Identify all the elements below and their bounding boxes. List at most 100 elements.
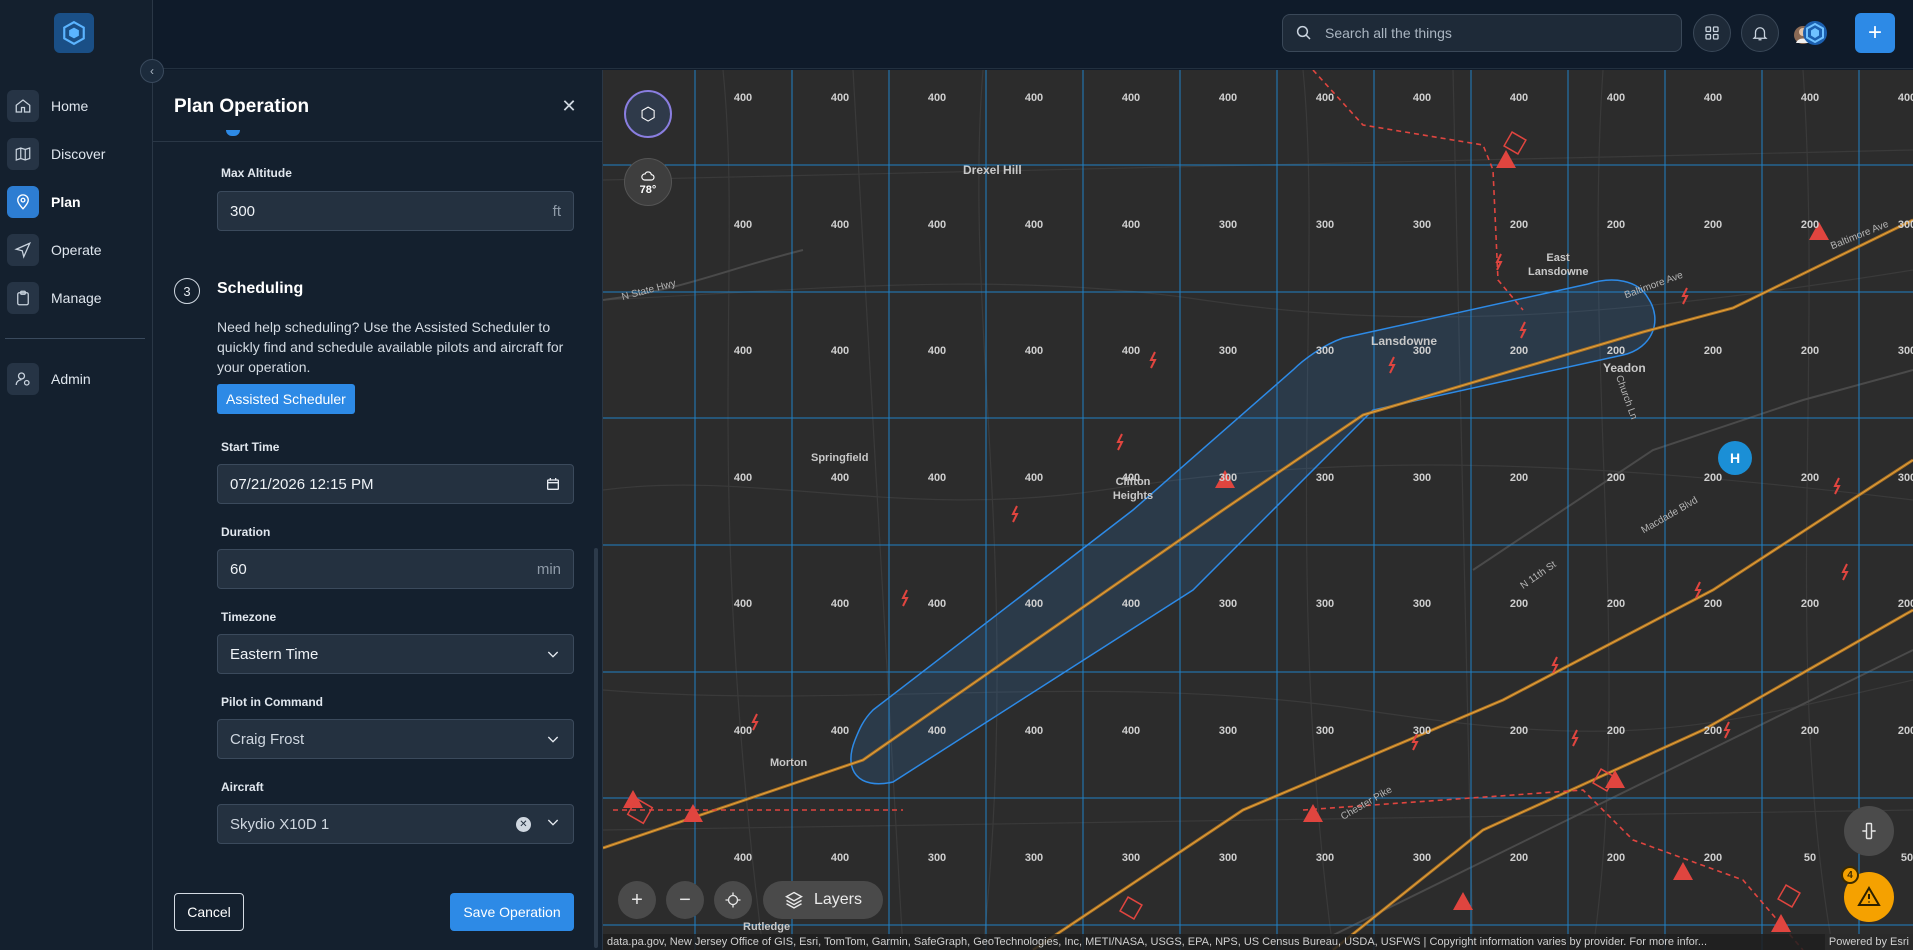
create-button[interactable]: + — [1855, 13, 1895, 53]
duration-value: 60 — [230, 560, 247, 578]
grid-cell-value: 300 — [1412, 598, 1432, 611]
grid-cell-value: 200 — [1897, 725, 1913, 737]
place-label: Springfield — [811, 452, 869, 464]
grid-cell-value: 400 — [733, 725, 753, 737]
layers-button[interactable]: Layers — [763, 881, 883, 919]
user-avatar[interactable] — [1793, 16, 1827, 50]
grid-cell-value: 200 — [1703, 725, 1723, 737]
close-icon[interactable]: ✕ — [557, 94, 581, 118]
nav-item-discover[interactable]: Discover — [5, 137, 145, 171]
grid-cell-value: 200 — [1606, 725, 1626, 737]
map-view[interactable]: 400 400 400 400 400 400 400 400 400 400 400 400 400 4… — [603, 70, 1913, 950]
grid-cell-value: 200 — [1800, 218, 1820, 231]
nav-item-operate[interactable]: Operate — [5, 233, 145, 267]
grid-cell-value: 400 — [1121, 218, 1141, 231]
grid-cell-value: 200 — [1509, 218, 1529, 231]
duration-field[interactable]: 60 min — [217, 549, 574, 589]
grid-cell-value: 300 — [1218, 598, 1238, 611]
grid-cell-value: 300 — [1897, 218, 1913, 231]
zoom-in-button[interactable]: + — [618, 881, 656, 919]
place-label: Clifton Heights — [1112, 476, 1154, 502]
place-label: Rutledge — [743, 921, 791, 933]
calendar-icon[interactable] — [545, 476, 561, 492]
pilot-value: Craig Frost — [230, 730, 305, 748]
app-logo[interactable] — [54, 13, 94, 53]
locate-button[interactable] — [714, 881, 752, 919]
grid-cell-value: 400 — [830, 218, 850, 231]
place-label: East Lansdowne — [1528, 252, 1589, 278]
nav-item-manage[interactable]: Manage — [5, 281, 145, 315]
timezone-select[interactable]: Eastern Time — [217, 634, 574, 674]
ruler-icon — [1862, 822, 1876, 840]
apps-button[interactable] — [1693, 14, 1731, 52]
cloud-icon — [641, 171, 655, 181]
grid-cell-value: 400 — [733, 345, 753, 358]
grid-cell-value: 200 — [1703, 598, 1723, 611]
step-title: Scheduling — [217, 280, 304, 297]
place-label: Lansdowne — [1371, 334, 1438, 348]
map-icon — [7, 138, 39, 170]
panel-scrollbar[interactable] — [594, 548, 598, 948]
plan-operation-panel: Plan Operation ✕ Max Altitude 300 ft 3 S… — [153, 70, 603, 950]
search-input[interactable] — [1325, 25, 1655, 41]
grid-cell-value: 400 — [1024, 471, 1044, 484]
grid-cell-value: 300 — [1412, 218, 1432, 231]
grid-cell-value: 400 — [927, 725, 947, 737]
grid-cell-value: 400 — [1121, 92, 1141, 104]
nav-item-home[interactable]: Home — [5, 89, 145, 123]
hexagon-icon: ⬡ — [640, 103, 656, 124]
nav-label: Home — [51, 98, 89, 114]
nav-item-plan[interactable]: Plan — [5, 185, 145, 219]
grid-cell-value: 300 — [1897, 471, 1913, 484]
grid-cell-value: 300 — [1218, 725, 1238, 737]
nav-label: Plan — [51, 194, 81, 210]
powered-by[interactable]: Powered by Esri — [1824, 934, 1913, 950]
grid-cell-value: 400 — [1703, 92, 1723, 104]
nav-label: Discover — [51, 146, 106, 162]
zoom-out-button[interactable]: − — [666, 881, 704, 919]
grid-cell-value: 400 — [1024, 598, 1044, 611]
cancel-button[interactable]: Cancel — [174, 893, 244, 931]
grid-cell-value: 300 — [1315, 598, 1335, 611]
place-label: Morton — [770, 757, 808, 769]
grid-cell-value: 400 — [733, 598, 753, 611]
map-attribution: data.pa.gov, New Jersey Office of GIS, E… — [603, 934, 1913, 950]
grid-cell-value: 200 — [1606, 851, 1626, 864]
grid-cell-value: 400 — [1024, 725, 1044, 737]
weather-button[interactable]: 78° — [624, 158, 672, 206]
nav-rail: Home Discover Plan Operate Manage Admin — [0, 0, 153, 950]
heliport-marker[interactable]: H — [1718, 441, 1752, 475]
alert-count-badge: 4 — [1841, 866, 1859, 884]
map-base — [603, 70, 1913, 950]
save-operation-button[interactable]: Save Operation — [450, 893, 574, 931]
notifications-button[interactable] — [1741, 14, 1779, 52]
max-altitude-field[interactable]: 300 ft — [217, 191, 574, 231]
panel-title: Plan Operation — [174, 96, 310, 117]
grid-cell-value: 400 — [1897, 92, 1913, 104]
grid-cell-value: 200 — [1509, 851, 1529, 864]
nav-label: Manage — [51, 290, 102, 306]
nav-item-admin[interactable]: Admin — [5, 362, 145, 396]
assisted-scheduler-button[interactable]: Assisted Scheduler — [217, 384, 355, 414]
start-time-field[interactable]: 07/21/2026 12:15 PM — [217, 464, 574, 504]
grid-cell-value: 300 — [1315, 218, 1335, 231]
grid-cell-value: 300 — [1412, 725, 1432, 737]
warning-icon — [1857, 886, 1881, 906]
grid-cell-value: 300 — [1218, 345, 1238, 358]
grid-cell-value: 400 — [830, 598, 850, 611]
grid-icon — [1705, 26, 1719, 40]
grid-cell-value: 300 — [1315, 725, 1335, 737]
pilot-select[interactable]: Craig Frost — [217, 719, 574, 759]
clear-icon[interactable]: ✕ — [516, 816, 531, 832]
grid-cell-value: 400 — [1121, 598, 1141, 611]
chevron-down-icon — [545, 646, 561, 662]
search-box[interactable] — [1282, 14, 1682, 52]
aircraft-select[interactable]: Skydio X10D 1 ✕ — [217, 804, 574, 844]
collapse-sidebar-button[interactable]: ‹ — [140, 59, 164, 83]
altitude-unit: ft — [552, 202, 561, 220]
operation-type-button[interactable]: ⬡ — [624, 90, 672, 138]
grid-cell-value: 300 — [1897, 345, 1913, 358]
grid-cell-value: 200 — [1703, 218, 1723, 231]
measure-button[interactable] — [1844, 806, 1894, 856]
grid-cell-value: 400 — [830, 471, 850, 484]
